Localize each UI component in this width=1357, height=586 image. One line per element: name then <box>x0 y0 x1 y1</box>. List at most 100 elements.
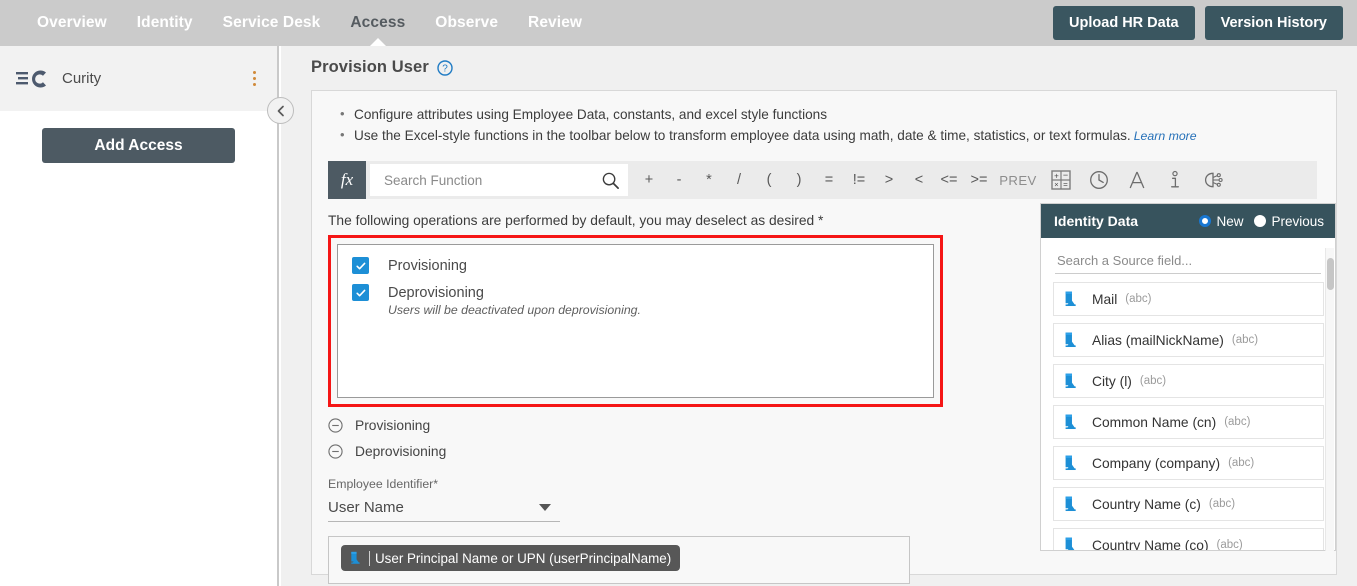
checkbox-row-deprovisioning[interactable]: Deprovisioning <box>352 284 933 301</box>
operations-highlight-box: Provisioning Deprovisioning Users will b… <box>328 235 943 407</box>
upload-hr-data-button[interactable]: Upload HR Data <box>1053 6 1195 40</box>
nav-items: Overview Identity Service Desk Access Ob… <box>22 0 597 47</box>
operator-less-than[interactable]: < <box>904 163 934 197</box>
kebab-menu-icon[interactable] <box>245 68 263 90</box>
operator-not-equals[interactable]: != <box>844 163 874 197</box>
svg-text:−: − <box>1063 170 1068 180</box>
operator-greater-than[interactable]: > <box>874 163 904 197</box>
field-type: (abc) <box>1208 498 1236 510</box>
letter-a-icon[interactable] <box>1118 163 1156 197</box>
checkbox-row-provisioning[interactable]: Provisioning <box>352 257 933 274</box>
formula-chip-upn[interactable]: User Principal Name or UPN (userPrincipa… <box>341 545 681 571</box>
source-field-icon <box>1065 332 1076 348</box>
field-name: Country Name (c) <box>1092 496 1201 512</box>
field-name: Common Name (cn) <box>1092 414 1217 430</box>
nav-label: Service Desk <box>222 14 321 31</box>
source-field-search[interactable] <box>1055 247 1321 274</box>
nav-item-identity[interactable]: Identity <box>122 0 208 46</box>
svg-text:=: = <box>1063 180 1068 189</box>
list-item: Use the Excel-style functions in the too… <box>340 125 1320 146</box>
identity-data-title: Identity Data <box>1054 213 1139 229</box>
operator-open-paren[interactable]: ( <box>754 163 784 197</box>
radio-new-label: New <box>1216 213 1244 229</box>
prev-button[interactable]: PREV <box>994 163 1042 197</box>
nav-item-service-desk[interactable]: Service Desk <box>208 0 336 46</box>
list-item[interactable]: Company (company) (abc) <box>1053 446 1324 480</box>
nav-item-observe[interactable]: Observe <box>420 0 513 46</box>
brain-icon[interactable] <box>1194 163 1232 197</box>
field-type: (abc) <box>1216 539 1243 550</box>
list-item[interactable]: Common Name (cn) (abc) <box>1053 405 1324 439</box>
operations-panel: Provisioning Deprovisioning Users will b… <box>337 244 934 398</box>
operator-less-equal[interactable]: <= <box>934 163 964 197</box>
info-icon[interactable] <box>1156 163 1194 197</box>
check-icon <box>355 289 365 296</box>
search-function-input[interactable] <box>382 171 601 189</box>
fx-button[interactable]: fx <box>328 161 366 199</box>
operator-greater-equal[interactable]: >= <box>964 163 994 197</box>
radio-previous[interactable]: Previous <box>1254 214 1324 229</box>
learn-more-link[interactable]: Learn more <box>1134 129 1197 143</box>
source-field-icon <box>1065 291 1076 307</box>
version-history-button[interactable]: Version History <box>1204 6 1343 40</box>
list-item[interactable]: Mail (abc) <box>1053 282 1324 316</box>
formula-editor[interactable]: User Principal Name or UPN (userPrincipa… <box>328 536 910 584</box>
list-item[interactable]: City (l) (abc) <box>1053 364 1324 398</box>
employee-identifier-select[interactable]: User Name <box>328 494 560 522</box>
sidebar-collapse-button[interactable] <box>267 97 294 124</box>
checkbox-deprovisioning[interactable] <box>352 284 369 301</box>
chip-label: User Principal Name or UPN (userPrincipa… <box>375 550 672 566</box>
sidebar-app-name: Curity <box>62 70 102 87</box>
main-content: Provision User ? Configure attributes us… <box>281 46 1357 586</box>
operator-multiply[interactable]: * <box>694 163 724 197</box>
source-field-search-input[interactable] <box>1055 251 1321 269</box>
operator-divide[interactable]: / <box>724 163 754 197</box>
list-item[interactable]: Country Name (c) (abc) <box>1053 487 1324 521</box>
list-item[interactable]: Alias (mailNickName) (abc) <box>1053 323 1324 357</box>
operator-close-paren[interactable]: ) <box>784 163 814 197</box>
page-title: Provision User <box>311 58 429 76</box>
nav-item-overview[interactable]: Overview <box>22 0 122 46</box>
field-name: City (l) <box>1092 373 1132 389</box>
magnifier-icon[interactable] <box>601 171 620 190</box>
minus-circle-icon <box>328 444 343 459</box>
top-nav-actions: Upload HR Data Version History <box>1053 6 1343 40</box>
clock-icon[interactable] <box>1080 163 1118 197</box>
nav-item-review[interactable]: Review <box>513 0 597 46</box>
list-item[interactable]: Country Name (co) (abc) <box>1053 528 1324 550</box>
source-field-icon <box>1065 373 1076 389</box>
identity-list-scrollbar[interactable] <box>1325 248 1334 551</box>
field-type: (abc) <box>1231 334 1259 346</box>
field-name: Country Name (co) <box>1092 537 1209 551</box>
radio-previous-label: Previous <box>1271 213 1324 229</box>
checkbox-provisioning[interactable] <box>352 257 369 274</box>
radio-previous-dot <box>1254 215 1267 227</box>
identity-source-radios: New Previous <box>1199 214 1324 229</box>
help-circle-icon[interactable]: ? <box>437 59 453 76</box>
field-name: Mail <box>1092 291 1118 307</box>
operator-minus[interactable]: - <box>664 163 694 197</box>
source-field-list[interactable]: Mail (abc) Alias (mailNickName) (abc) Ci… <box>1053 282 1324 550</box>
source-field-icon <box>1065 496 1076 512</box>
checkbox-label: Provisioning <box>388 257 467 274</box>
sidebar-app-header[interactable]: Curity <box>0 46 277 111</box>
nav-item-access[interactable]: Access <box>335 0 420 47</box>
scrollbar-thumb[interactable] <box>1327 258 1334 290</box>
function-search-box[interactable] <box>370 164 628 196</box>
operator-buttons: + - * / ( ) = != > < <= >= PREV + − × = <box>634 163 1232 197</box>
operator-plus[interactable]: + <box>634 163 664 197</box>
nav-label: Observe <box>435 14 499 31</box>
check-icon <box>355 262 365 269</box>
source-field-icon <box>351 551 360 564</box>
bullet-text: Configure attributes using Employee Data… <box>354 107 828 122</box>
radio-new[interactable]: New <box>1199 214 1243 229</box>
operator-equals[interactable]: = <box>814 163 844 197</box>
formula-toolbar: fx + - * / ( ) = != > <box>328 161 1317 199</box>
svg-text:?: ? <box>442 63 448 74</box>
identity-data-header: Identity Data New Previous <box>1041 204 1335 238</box>
calculator-icon[interactable]: + − × = <box>1042 163 1080 197</box>
add-access-button[interactable]: Add Access <box>42 128 235 163</box>
chevron-left-icon <box>277 105 284 116</box>
employee-identifier-value: User Name <box>328 499 404 516</box>
field-name: Company (company) <box>1092 455 1221 471</box>
